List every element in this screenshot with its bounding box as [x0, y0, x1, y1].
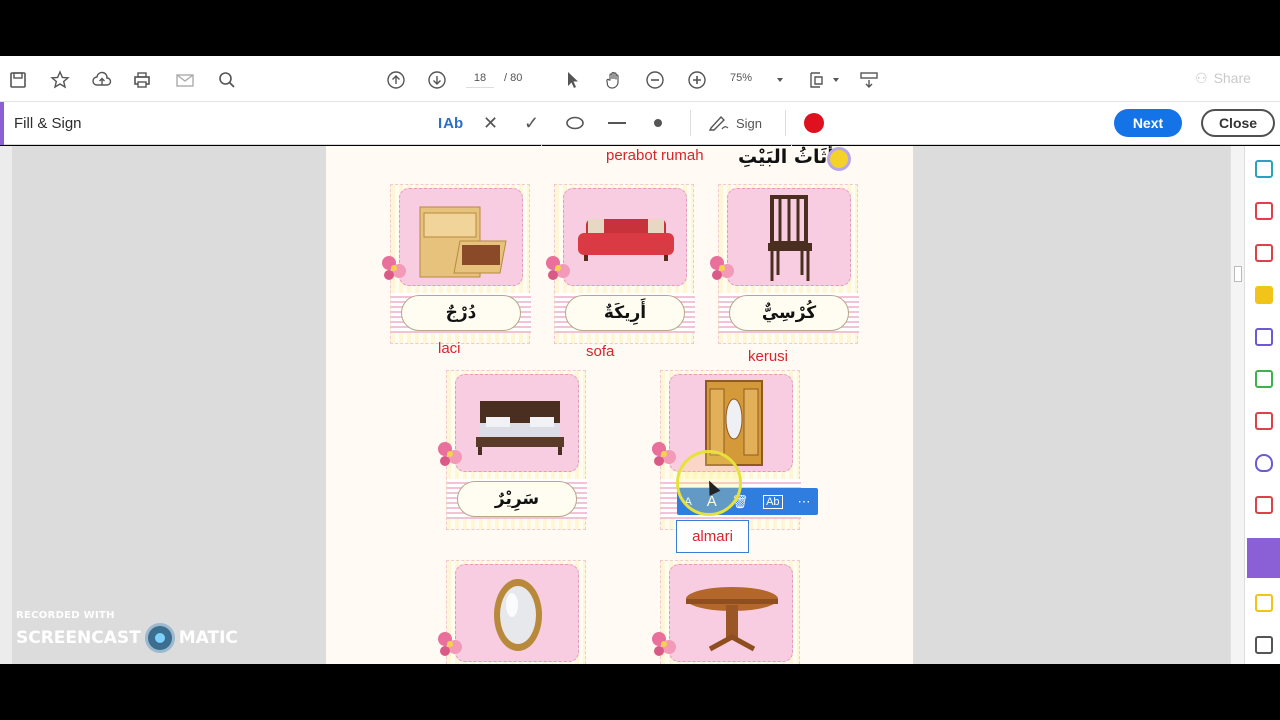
- edit-pdf-icon[interactable]: [1255, 412, 1273, 430]
- vocab-card: أَرِيكَةٌ: [546, 184, 695, 344]
- fill-sign-title: Fill & Sign: [14, 115, 82, 132]
- sofa-icon: [563, 188, 687, 286]
- pen-sign-icon: [708, 113, 730, 134]
- checkmark-tool-icon[interactable]: ✓: [524, 111, 539, 135]
- previous-page-icon[interactable]: [384, 68, 408, 92]
- flower-icon: [438, 632, 462, 656]
- scrollbar-thumb[interactable]: [1234, 266, 1242, 282]
- page-title-latin: perabot rumah: [606, 147, 704, 164]
- main-toolbar: [0, 56, 1280, 148]
- upload-cloud-icon[interactable]: [90, 68, 114, 92]
- page-total-label: / 80: [504, 72, 523, 84]
- screen-bottom-letterbox: [0, 664, 1280, 720]
- fill-sign-divider: [690, 110, 691, 136]
- select-cursor-icon[interactable]: [560, 68, 584, 92]
- acrobat-pdf-icon[interactable]: [1255, 496, 1273, 514]
- share-label: Share: [1213, 70, 1251, 86]
- add-text-tool[interactable]: I Ab: [438, 111, 463, 135]
- export-pdf-icon[interactable]: [1255, 160, 1273, 178]
- zoom-level-input[interactable]: 75%: [730, 68, 752, 88]
- watermark-brand-right: MATIC: [178, 628, 238, 648]
- pdf-page[interactable]: perabot rumah أَثَاثُ البَيْتِ دُرْجٌ أَ…: [326, 146, 913, 664]
- flower-icon: [382, 256, 406, 280]
- add-text-tool-label: Ab: [443, 114, 464, 132]
- page-number-input[interactable]: 18: [466, 68, 494, 88]
- flower-icon: [652, 442, 676, 466]
- close-button[interactable]: Close: [1201, 109, 1275, 137]
- malay-label: laci: [438, 340, 461, 357]
- next-button[interactable]: Next: [1114, 109, 1182, 137]
- email-icon[interactable]: [173, 68, 197, 92]
- drawer-cabinet-icon: [399, 188, 523, 286]
- search-icon[interactable]: [215, 68, 239, 92]
- text-cursor-icon: I: [438, 114, 443, 132]
- page-title-arabic: أَثَاثُ البَيْتِ: [738, 146, 834, 168]
- comment-icon[interactable]: [1255, 286, 1273, 304]
- watermark-recorded-with: RECORDED WITH: [16, 610, 115, 621]
- save-icon[interactable]: [6, 68, 30, 92]
- arabic-word: أَرِيكَةٌ: [565, 295, 685, 331]
- combine-files-icon[interactable]: [1255, 328, 1273, 346]
- zoom-dropdown-chevron-icon[interactable]: [768, 68, 792, 92]
- text-field-type-icon[interactable]: Ab: [763, 494, 783, 509]
- fill-and-sign-bar: Fill & Sign: [0, 102, 1280, 145]
- dot-tool-icon[interactable]: [652, 111, 664, 135]
- watermark-brand-left: SCREENCAST: [16, 628, 141, 648]
- flower-icon: [652, 632, 676, 656]
- chair-icon: [727, 188, 851, 286]
- more-options-icon[interactable]: ⋯: [797, 494, 810, 510]
- screencast-lens-icon: [144, 623, 175, 653]
- vocab-card: كُرْسِيٌّ: [710, 184, 859, 344]
- arabic-word: كُرْسِيٌّ: [729, 295, 849, 331]
- vocab-card: سَرِيْرٌ: [438, 370, 587, 530]
- fill-sign-accent-strip: [0, 102, 4, 145]
- protect-shield-icon[interactable]: [1255, 454, 1273, 472]
- arabic-word: سَرِيْرٌ: [457, 481, 577, 517]
- zoom-in-icon[interactable]: [685, 68, 709, 92]
- vocab-card: [652, 560, 800, 664]
- layout-dropdown-chevron-icon[interactable]: [824, 68, 848, 92]
- create-pdf-icon[interactable]: [1255, 202, 1273, 220]
- next-page-icon[interactable]: [425, 68, 449, 92]
- organize-pages-icon[interactable]: [1255, 244, 1273, 262]
- circle-tool-icon[interactable]: [565, 111, 585, 135]
- sign-label: Sign: [736, 115, 763, 131]
- flower-icon: [438, 442, 462, 466]
- more-tools-wrench-icon[interactable]: [1255, 636, 1273, 654]
- ink-color-picker-icon[interactable]: [804, 113, 824, 133]
- zoom-out-icon[interactable]: [643, 68, 667, 92]
- screen-top-letterbox: [0, 0, 1280, 56]
- vertical-scrollbar[interactable]: [1230, 146, 1244, 664]
- send-for-review-icon[interactable]: [1255, 594, 1273, 612]
- right-tools-panel: [1244, 146, 1280, 664]
- scroll-mode-icon[interactable]: [857, 68, 881, 92]
- fill-sign-tool-active[interactable]: [1247, 538, 1280, 578]
- sign-tool-button[interactable]: Sign: [708, 111, 762, 135]
- vocab-card: دُرْجٌ: [382, 184, 531, 344]
- share-button[interactable]: ⚇ Share: [1195, 68, 1251, 88]
- share-icon: ⚇: [1195, 70, 1208, 86]
- left-panel-collapsed[interactable]: [0, 146, 12, 664]
- line-tool-icon[interactable]: [607, 111, 627, 135]
- malay-label: sofa: [586, 343, 615, 360]
- table-icon: [669, 564, 793, 662]
- vocab-card: [438, 560, 586, 664]
- mirror-icon: [455, 564, 579, 662]
- hand-pan-icon[interactable]: [602, 68, 626, 92]
- screencast-watermark: RECORDED WITH SCREENCAST MATIC: [16, 610, 238, 653]
- print-icon[interactable]: [130, 68, 154, 92]
- bookmark-star-icon[interactable]: [48, 68, 72, 92]
- cross-mark-tool-icon[interactable]: ✕: [483, 111, 498, 135]
- flower-sun-icon: [830, 150, 848, 168]
- bed-icon: [455, 374, 579, 472]
- compress-pdf-icon[interactable]: [1255, 370, 1273, 388]
- flower-icon: [546, 256, 570, 280]
- active-text-field[interactable]: almari: [676, 520, 749, 553]
- arabic-word: دُرْجٌ: [401, 295, 521, 331]
- fill-sign-divider: [785, 110, 786, 136]
- malay-label: kerusi: [748, 348, 789, 365]
- flower-icon: [710, 256, 734, 280]
